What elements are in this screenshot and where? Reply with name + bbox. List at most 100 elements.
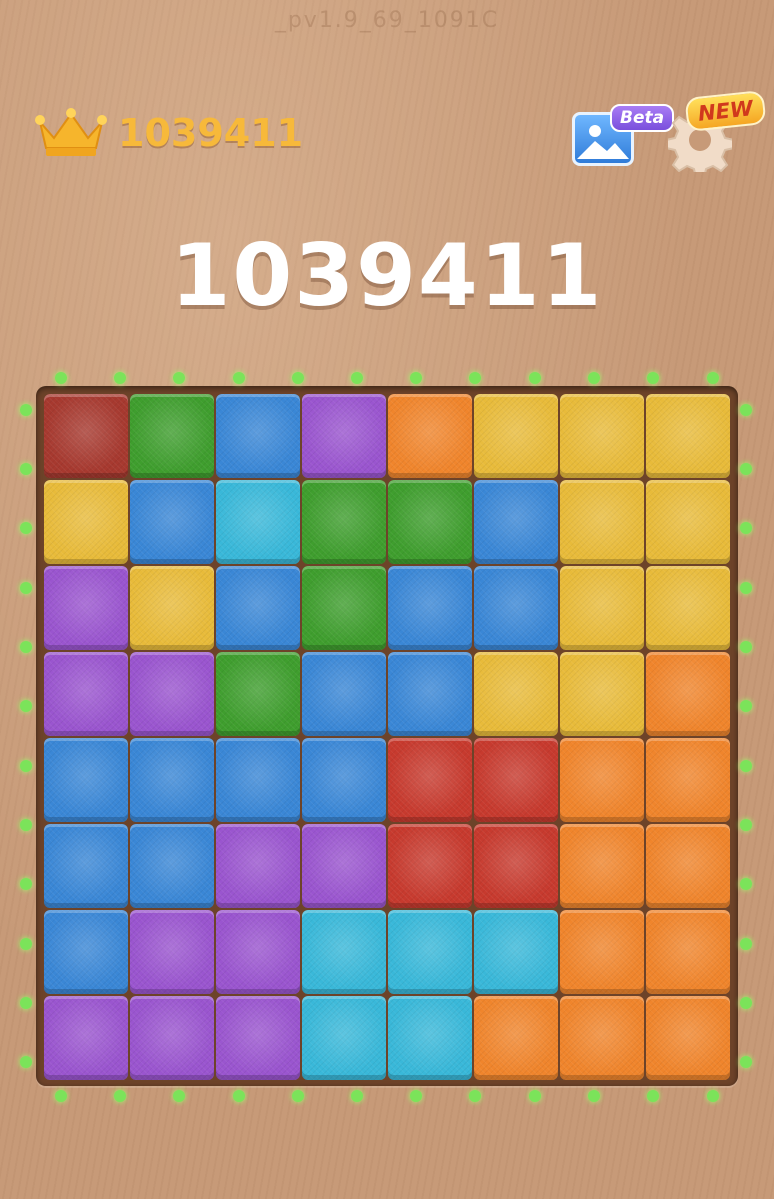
game-board <box>0 0 774 1199</box>
board-cell[interactable] <box>44 566 128 650</box>
border-dot <box>351 1090 363 1102</box>
board-cell[interactable] <box>302 824 386 908</box>
border-dot <box>20 582 32 594</box>
board-cell[interactable] <box>560 824 644 908</box>
border-dot <box>410 1090 422 1102</box>
board-grid[interactable] <box>44 394 730 1080</box>
board-cell[interactable] <box>560 996 644 1080</box>
board-cell[interactable] <box>474 480 558 564</box>
border-dot <box>740 878 752 890</box>
board-cell[interactable] <box>388 566 472 650</box>
board-cell[interactable] <box>216 566 300 650</box>
board-cell[interactable] <box>130 824 214 908</box>
border-dot <box>740 997 752 1009</box>
board-cell[interactable] <box>646 996 730 1080</box>
board-cell[interactable] <box>646 910 730 994</box>
border-dot <box>740 760 752 772</box>
board-cell[interactable] <box>44 824 128 908</box>
board-cell[interactable] <box>130 738 214 822</box>
board-cell[interactable] <box>44 910 128 994</box>
board-cell[interactable] <box>130 652 214 736</box>
board-cell[interactable] <box>388 824 472 908</box>
border-dot <box>20 878 32 890</box>
board-cell[interactable] <box>646 566 730 650</box>
board-cell[interactable] <box>474 394 558 478</box>
board-cell[interactable] <box>646 652 730 736</box>
board-cell[interactable] <box>646 480 730 564</box>
board-cell[interactable] <box>388 480 472 564</box>
border-dot <box>20 938 32 950</box>
board-cell[interactable] <box>474 738 558 822</box>
board-cell[interactable] <box>130 480 214 564</box>
border-dot <box>173 1090 185 1102</box>
border-dot <box>351 372 363 384</box>
border-dot <box>740 641 752 653</box>
border-dot <box>647 1090 659 1102</box>
board-cell[interactable] <box>44 394 128 478</box>
border-dot <box>529 372 541 384</box>
border-dot <box>292 1090 304 1102</box>
board-cell[interactable] <box>560 480 644 564</box>
board-cell[interactable] <box>130 394 214 478</box>
border-dot <box>740 582 752 594</box>
board-cell[interactable] <box>388 738 472 822</box>
border-dot <box>740 1056 752 1068</box>
board-cell[interactable] <box>474 652 558 736</box>
board-cell[interactable] <box>216 652 300 736</box>
border-dot <box>707 372 719 384</box>
board-cell[interactable] <box>44 738 128 822</box>
border-dot <box>20 760 32 772</box>
board-cell[interactable] <box>302 652 386 736</box>
border-dot <box>173 372 185 384</box>
board-cell[interactable] <box>216 394 300 478</box>
board-cell[interactable] <box>216 738 300 822</box>
board-cell[interactable] <box>474 824 558 908</box>
border-dot <box>647 372 659 384</box>
board-cell[interactable] <box>130 996 214 1080</box>
board-cell[interactable] <box>216 480 300 564</box>
board-cell[interactable] <box>474 910 558 994</box>
board-cell[interactable] <box>44 480 128 564</box>
board-cell[interactable] <box>302 566 386 650</box>
board-cell[interactable] <box>560 566 644 650</box>
border-dot <box>20 819 32 831</box>
board-cell[interactable] <box>216 824 300 908</box>
border-dot <box>740 463 752 475</box>
board-cell[interactable] <box>646 394 730 478</box>
border-dot <box>114 1090 126 1102</box>
board-cell[interactable] <box>44 652 128 736</box>
board-cell[interactable] <box>388 394 472 478</box>
board-cell[interactable] <box>560 394 644 478</box>
board-cell[interactable] <box>302 738 386 822</box>
border-dot <box>469 1090 481 1102</box>
border-dot <box>114 372 126 384</box>
border-dot <box>410 372 422 384</box>
border-dot <box>20 522 32 534</box>
board-cell[interactable] <box>216 910 300 994</box>
board-cell[interactable] <box>560 738 644 822</box>
board-cell[interactable] <box>302 910 386 994</box>
border-dot <box>740 819 752 831</box>
board-cell[interactable] <box>130 566 214 650</box>
board-cell[interactable] <box>474 996 558 1080</box>
board-cell[interactable] <box>44 996 128 1080</box>
board-cell[interactable] <box>646 824 730 908</box>
board-cell[interactable] <box>130 910 214 994</box>
board-cell[interactable] <box>560 910 644 994</box>
board-cell[interactable] <box>388 996 472 1080</box>
board-cell[interactable] <box>302 394 386 478</box>
board-cell[interactable] <box>302 480 386 564</box>
board-cell[interactable] <box>388 652 472 736</box>
board-cell[interactable] <box>388 910 472 994</box>
border-dot <box>740 522 752 534</box>
border-dot <box>20 1056 32 1068</box>
border-dot <box>740 700 752 712</box>
board-cell[interactable] <box>216 996 300 1080</box>
border-dot <box>588 1090 600 1102</box>
border-dot <box>740 404 752 416</box>
board-cell[interactable] <box>474 566 558 650</box>
board-cell[interactable] <box>302 996 386 1080</box>
board-cell[interactable] <box>560 652 644 736</box>
border-dot <box>529 1090 541 1102</box>
board-cell[interactable] <box>646 738 730 822</box>
